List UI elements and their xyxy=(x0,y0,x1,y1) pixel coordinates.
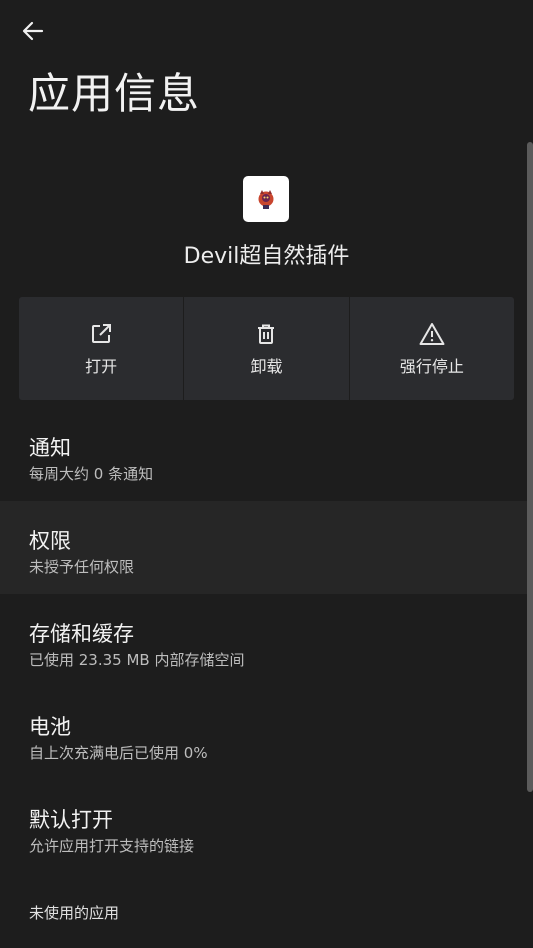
setting-title: 通知 xyxy=(29,436,71,460)
uninstall-button[interactable]: 卸载 xyxy=(184,297,349,400)
storage-cache-item[interactable]: 存储和缓存 已使用 23.35 MB 内部存储空间 xyxy=(0,594,527,687)
open-label: 打开 xyxy=(85,356,118,376)
setting-title: 权限 xyxy=(29,529,71,553)
uninstall-label: 卸载 xyxy=(250,356,283,376)
back-button[interactable] xyxy=(14,17,52,49)
unused-apps-section-header: 未使用的应用 xyxy=(29,904,120,922)
setting-title: 存储和缓存 xyxy=(29,622,134,646)
warning-icon xyxy=(419,321,445,347)
trash-icon xyxy=(253,321,279,347)
settings-list: 通知 每周大约 0 条通知 权限 未授予任何权限 存储和缓存 已使用 23.35… xyxy=(0,408,527,873)
setting-summary: 自上次充满电后已使用 0% xyxy=(29,744,208,762)
setting-title: 电池 xyxy=(29,715,71,739)
force-stop-label: 强行停止 xyxy=(399,356,464,376)
action-bar: 打开 卸载 强行停止 xyxy=(19,297,514,400)
open-external-icon xyxy=(88,321,114,347)
setting-summary: 未授予任何权限 xyxy=(29,558,135,576)
setting-title: 默认打开 xyxy=(29,808,113,832)
page-title: 应用信息 xyxy=(28,69,201,118)
notifications-item[interactable]: 通知 每周大约 0 条通知 xyxy=(0,408,527,501)
app-name: Devil超自然插件 xyxy=(183,244,350,269)
app-info-screen: 应用信息 Devil超自然插件 打开 卸载 强行停止 通知 每周大约 0 条通知… xyxy=(0,0,533,948)
arrow-back-icon xyxy=(22,20,44,46)
open-by-default-item[interactable]: 默认打开 允许应用打开支持的链接 xyxy=(0,780,527,873)
setting-summary: 允许应用打开支持的链接 xyxy=(29,837,195,855)
permissions-item[interactable]: 权限 未授予任何权限 xyxy=(0,501,527,594)
force-stop-button[interactable]: 强行停止 xyxy=(349,297,514,400)
setting-summary: 每周大约 0 条通知 xyxy=(29,465,154,483)
battery-item[interactable]: 电池 自上次充满电后已使用 0% xyxy=(0,687,527,780)
app-logo-icon xyxy=(243,176,289,222)
open-button[interactable]: 打开 xyxy=(19,297,184,400)
setting-summary: 已使用 23.35 MB 内部存储空间 xyxy=(29,651,245,669)
